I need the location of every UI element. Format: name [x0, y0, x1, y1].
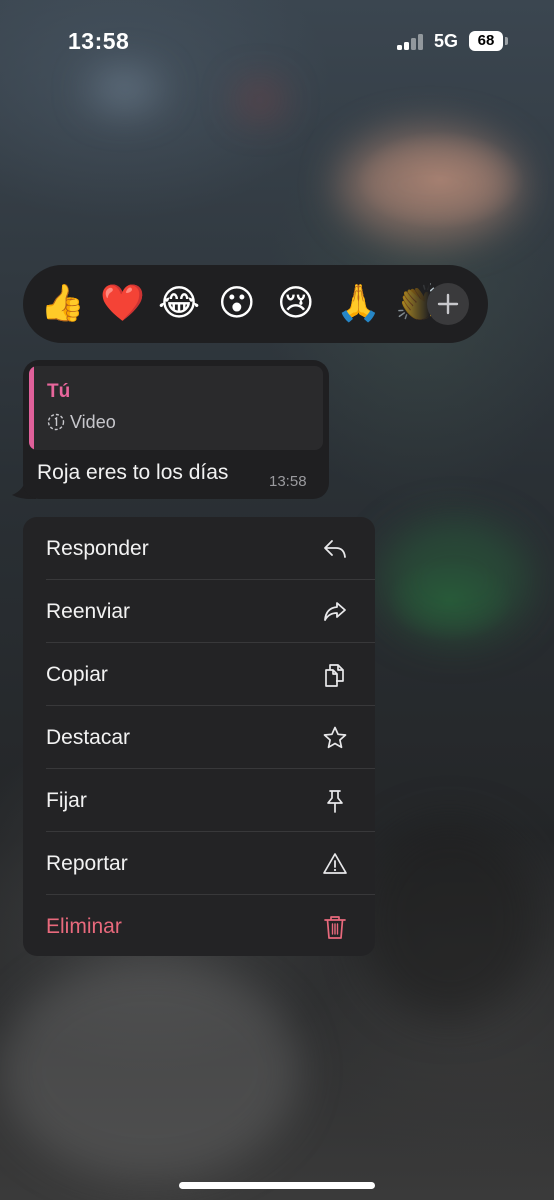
home-indicator[interactable]	[179, 1182, 375, 1189]
battery-cap	[505, 37, 508, 45]
network-type: 5G	[434, 31, 459, 51]
pin-icon	[327, 790, 343, 813]
copy-icon	[325, 664, 344, 687]
view-once-icon	[47, 413, 65, 431]
signal-icon	[397, 34, 425, 50]
trash-icon	[324, 916, 346, 939]
message-time: 13:58	[269, 473, 307, 490]
menu-item-delete[interactable]: Eliminar	[23, 895, 375, 956]
forward-icon	[324, 602, 346, 621]
crying-emoji[interactable]: 😢	[277, 285, 315, 323]
heart-emoji[interactable]: ❤️	[100, 285, 145, 323]
praying-hands-emoji[interactable]: 🙏	[336, 285, 381, 323]
add-reaction-button[interactable]	[427, 283, 469, 325]
menu-item-forward[interactable]: Reenviar	[23, 580, 375, 643]
battery-icon: 68	[469, 31, 503, 51]
plus-icon	[437, 293, 459, 315]
laughing-emoji[interactable]: 😂	[158, 285, 200, 323]
menu-item-report[interactable]: Reportar	[23, 832, 375, 895]
star-icon	[323, 726, 347, 749]
quoted-message[interactable]	[29, 366, 323, 450]
menu-item-label: Copiar	[46, 663, 108, 686]
quote-author: Tú	[47, 381, 71, 402]
menu-item-label: Reenviar	[46, 600, 131, 623]
menu-item-reply[interactable]: Responder	[23, 517, 375, 580]
menu-item-label: Eliminar	[46, 915, 122, 938]
menu-item-label: Destacar	[46, 726, 131, 749]
menu-item-label: Reportar	[46, 852, 128, 875]
surprised-emoji[interactable]: 😮	[218, 285, 256, 323]
thumbs-up-emoji[interactable]: 👍	[40, 285, 85, 323]
reaction-fade	[385, 270, 430, 336]
menu-item-label: Responder	[46, 537, 149, 560]
quote-text: Video	[70, 412, 116, 432]
reply-icon	[324, 540, 346, 558]
warning-icon	[323, 853, 347, 874]
quote-accent-bar	[29, 366, 34, 450]
menu-item-copy[interactable]: Copiar	[23, 643, 375, 706]
context-menu: Responder Reenviar Copiar Destacar Fijar	[23, 517, 375, 956]
message-text: Roja eres to los días	[37, 461, 229, 484]
menu-item-label: Fijar	[46, 789, 87, 812]
status-time: 13:58	[68, 28, 130, 54]
menu-item-pin[interactable]: Fijar	[23, 769, 375, 832]
menu-item-star[interactable]: Destacar	[23, 706, 375, 769]
